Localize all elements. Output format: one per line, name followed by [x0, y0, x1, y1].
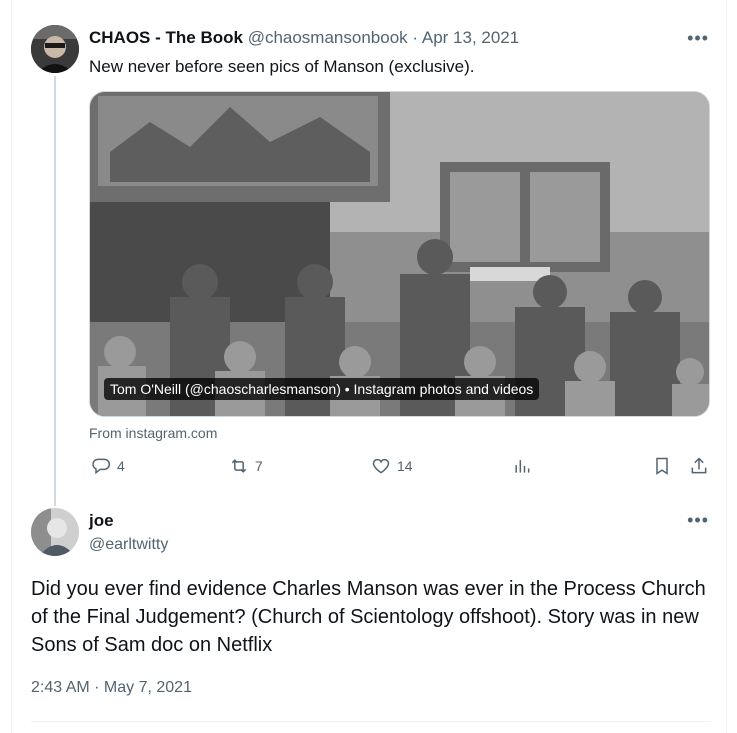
share-button[interactable] — [689, 456, 709, 476]
retweet-count: 7 — [255, 458, 263, 474]
link-card-image[interactable] — [89, 91, 710, 417]
author-name[interactable]: CHAOS - The Book — [89, 28, 243, 47]
author-avatar[interactable] — [31, 25, 79, 73]
tweet-date[interactable]: Apr 13, 2021 — [422, 28, 519, 47]
reply-text: Did you ever find evidence Charles Manso… — [31, 578, 706, 656]
reply-icon — [92, 458, 111, 475]
views-button[interactable] — [512, 456, 532, 476]
reply-count: 4 — [117, 458, 125, 474]
retweet-icon — [231, 459, 247, 473]
like-button[interactable]: 14 — [371, 456, 413, 476]
reply-more-options-icon[interactable]: ••• — [687, 510, 709, 531]
link-source[interactable]: From instagram.com — [89, 425, 217, 441]
timeline-border-left — [11, 0, 12, 733]
reply-author-name[interactable]: joe — [89, 511, 114, 531]
group-photo — [90, 92, 709, 416]
like-count: 14 — [397, 458, 413, 474]
share-icon — [691, 457, 707, 474]
separator-dot: · — [412, 28, 419, 47]
author-handle[interactable]: @chaosmansonbook — [248, 28, 408, 47]
reply-button[interactable]: 4 — [91, 456, 125, 476]
like-icon — [372, 458, 390, 474]
more-options-icon[interactable]: ••• — [687, 28, 709, 49]
divider — [31, 721, 711, 722]
tweet-text: New never before seen pics of Manson (ex… — [89, 57, 475, 76]
tweet-actions: 4 7 14 — [89, 456, 713, 482]
tweet-header: CHAOS - The Book @chaosmansonbook · Apr … — [89, 28, 519, 48]
link-card-title[interactable]: Tom O'Neill (@chaoscharlesmanson) • Inst… — [104, 378, 540, 400]
views-icon — [515, 460, 530, 473]
reply-timestamp[interactable]: 2:43 AM · May 7, 2021 — [31, 679, 192, 697]
timeline-border-right — [726, 0, 727, 733]
bookmark-button[interactable] — [652, 456, 672, 476]
reply-author-handle[interactable]: @earltwitty — [89, 536, 168, 554]
thread-connector — [54, 76, 56, 506]
retweet-button[interactable]: 7 — [229, 456, 263, 476]
reply-author-avatar[interactable] — [31, 508, 79, 556]
bookmark-icon — [656, 457, 668, 475]
